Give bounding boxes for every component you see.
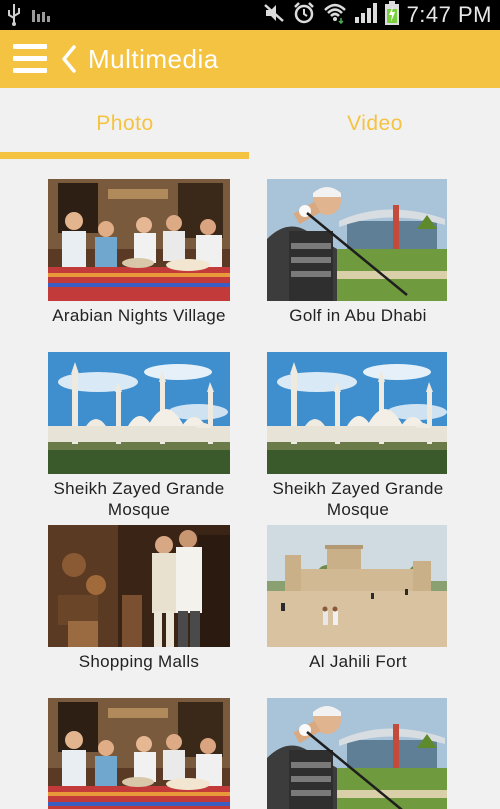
gallery-item-caption: Shopping Malls [78,652,200,671]
app-bar: Multimedia [0,30,500,88]
gallery-item-caption: Al Jahili Fort [309,652,407,671]
mosque-scene-thumbnail [48,352,230,474]
dining-scene-thumbnail [48,179,230,301]
usb-icon [6,4,22,31]
golfer-scene-thumbnail [267,179,449,301]
tab-photo[interactable]: Photo [0,88,250,160]
tab-bar: Photo Video [0,88,500,160]
battery-charging-icon [384,0,399,30]
gallery-item-caption: Sheikh Zayed Grande Mosque [53,479,225,519]
gallery-item-caption: Golf in Abu Dhabi [289,306,427,325]
tab-selected-indicator [0,152,249,159]
tab-video[interactable]: Video [250,88,500,160]
page-title: Multimedia [88,44,219,74]
tab-video-label: Video [347,112,403,135]
signal-bars-icon [32,8,50,27]
chevron-left-icon[interactable] [60,45,78,73]
alarm-icon [293,1,315,29]
status-bar: 7:47 PM [0,0,500,30]
cell-signal-icon [354,2,377,28]
tab-photo-label: Photo [96,112,154,135]
golfer-scene-thumbnail [267,698,449,809]
mosque-scene-thumbnail [267,352,449,474]
photo-gallery-grid: Arabian Nights Village Golf in Abu Dhabi… [0,160,500,809]
dining-scene-thumbnail [48,698,230,809]
hamburger-menu-icon[interactable] [13,44,47,74]
gallery-item-caption: Sheikh Zayed Grande Mosque [272,479,444,519]
status-time: 7:47 PM [406,2,492,27]
gallery-item-caption: Arabian Nights Village [52,306,226,325]
wifi-icon [323,2,347,29]
fort-scene-thumbnail [267,525,449,647]
souk-scene-thumbnail [48,525,230,647]
mute-icon [263,3,285,28]
